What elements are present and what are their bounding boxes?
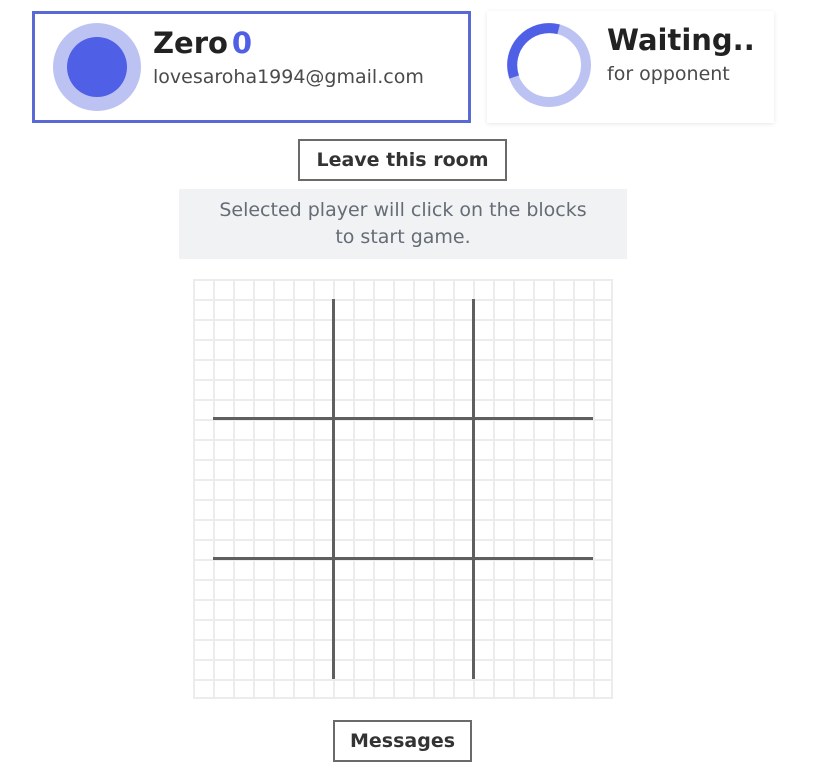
leave-room-button[interactable]: Leave this room <box>298 139 507 181</box>
board-cell[interactable] <box>333 559 473 699</box>
board-line-vertical <box>472 299 475 679</box>
game-page: Zero 0 lovesaroha1994@gmail.com Waiting..… <box>0 0 825 775</box>
player-avatar-core <box>67 37 127 97</box>
board-cell[interactable] <box>193 279 333 419</box>
player-score: 0 <box>231 26 253 60</box>
board-cell[interactable] <box>193 559 333 699</box>
player-avatar <box>53 23 141 111</box>
player-name: Zero <box>153 26 228 60</box>
opponent-subtitle: for opponent <box>607 63 730 85</box>
board-line-horizontal <box>213 417 593 420</box>
board-line-vertical <box>332 299 335 679</box>
player-name-line: Zero 0 <box>153 23 424 63</box>
board-cell[interactable] <box>333 279 473 419</box>
board-cell[interactable] <box>473 559 613 699</box>
board-cell[interactable] <box>193 419 333 559</box>
opponent-info: Waiting.. for opponent <box>607 20 755 88</box>
instruction-box: Selected player will click on the blocks… <box>179 189 627 259</box>
game-board <box>193 279 613 699</box>
player-email: lovesaroha1994@gmail.com <box>153 66 424 88</box>
board-line-horizontal <box>213 557 593 560</box>
board-cell[interactable] <box>333 419 473 559</box>
board-cell[interactable] <box>473 419 613 559</box>
board-cell[interactable] <box>473 279 613 419</box>
messages-button[interactable]: Messages <box>333 720 472 762</box>
instruction-line-1: Selected player will click on the blocks <box>219 199 587 221</box>
opponent-card: Waiting.. for opponent <box>487 11 774 123</box>
player-card: Zero 0 lovesaroha1994@gmail.com <box>32 11 471 123</box>
opponent-status: Waiting.. <box>607 23 755 57</box>
loading-spinner-icon <box>507 23 591 107</box>
instruction-line-2: to start game. <box>335 226 471 248</box>
player-info: Zero 0 lovesaroha1994@gmail.com <box>153 23 424 91</box>
